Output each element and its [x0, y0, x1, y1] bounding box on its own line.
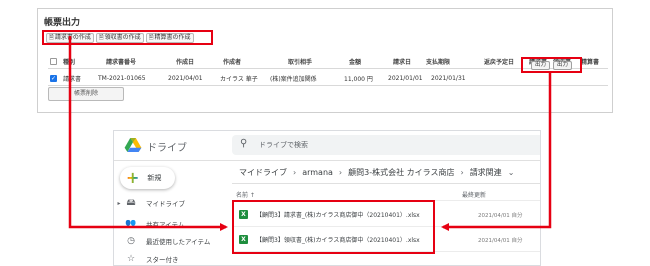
breadcrumb-item[interactable]: 請求関連	[470, 167, 502, 178]
column-modified-header[interactable]: 最終更新	[462, 190, 486, 199]
row-number: TM-2021-01065	[98, 74, 146, 82]
column-name-header[interactable]: 名前 ↑	[236, 190, 255, 199]
file-modified: 2021/04/01 自分	[478, 238, 523, 244]
sidebar-label: 共有アイテム	[146, 221, 185, 229]
output-invoice-button[interactable]: 出力	[530, 60, 550, 70]
col-number: 請求書番号	[106, 58, 137, 66]
clock-icon: ◷	[127, 236, 135, 246]
panel-title: 帳票出力	[44, 18, 81, 28]
chevron-right-icon: ›	[338, 168, 343, 177]
breadcrumb-item[interactable]: マイドライブ	[239, 167, 287, 178]
sidebar-item-shared[interactable]: 👥 共有アイテム	[114, 217, 229, 231]
create-invoice-button[interactable]: 🗎 請求書の作成	[46, 32, 94, 43]
breadcrumb-item[interactable]: 顧問3-株式会社 カイラス商店	[348, 167, 454, 178]
col-type: 種別	[63, 58, 76, 66]
my-drive-icon: 🖴	[126, 198, 136, 208]
header-divider	[114, 160, 540, 161]
search-placeholder: ドライブで検索	[259, 141, 308, 149]
row-created: 2021/04/01	[168, 74, 203, 82]
create-settlement-label: 精算書の作成	[154, 33, 191, 41]
create-receipt-button[interactable]: 🗎 領収書の作成	[95, 32, 144, 43]
col-amount: 金額	[349, 58, 362, 66]
col-creator: 作成者	[223, 58, 242, 66]
files-highlight	[232, 200, 435, 254]
row-creator: カイラス 華子	[220, 75, 258, 83]
sidebar-label: マイドライブ	[146, 200, 185, 208]
create-settlement-button[interactable]: 🗎 精算書の作成	[145, 32, 194, 43]
search-icon: ⚲	[240, 138, 248, 149]
chevron-down-icon[interactable]: ⌄	[508, 168, 515, 177]
file-modified: 2021/04/01 自分	[478, 213, 523, 219]
drive-app-name: ドライブ	[147, 143, 187, 154]
breadcrumb: マイドライブ › armana › 顧問3-株式会社 カイラス商店 › 請求関連…	[239, 167, 514, 178]
chevron-right-icon: ›	[460, 168, 464, 177]
sidebar-label: 最近使用したアイテム	[146, 238, 211, 246]
select-all-checkbox[interactable]	[50, 58, 57, 65]
document-icon: 🗎	[98, 33, 104, 41]
document-icon: 🗎	[49, 33, 54, 41]
output-receipt-button[interactable]: 出力	[553, 60, 573, 70]
create-receipt-label: 領収書の作成	[104, 33, 141, 41]
document-icon: 🗎	[148, 33, 154, 41]
expand-arrow-icon[interactable]: ▸	[114, 200, 124, 207]
row-partner: (株)案件追加関係	[270, 75, 317, 83]
col-settlement: 精算書	[581, 58, 600, 66]
search-input[interactable]: ⚲ ドライブで検索	[232, 135, 540, 155]
breadcrumb-item[interactable]: armana	[302, 168, 333, 177]
row-amount: 11,000 円	[344, 75, 373, 83]
plus-icon: +	[126, 168, 140, 187]
create-invoice-label: 請求書の作成	[54, 33, 91, 41]
drive-logo-icon	[124, 138, 142, 152]
col-due: 支払期限	[426, 58, 451, 66]
star-icon: ☆	[126, 254, 136, 264]
shared-icon: 👥	[125, 219, 137, 229]
sidebar-item-recent[interactable]: ◷ 最近使用したアイテム	[114, 234, 229, 248]
create-buttons-group: 🗎 請求書の作成 🗎 領収書の作成 🗎 精算書の作成	[42, 30, 213, 45]
breadcrumb-divider	[232, 183, 540, 184]
row-checkbox[interactable]: ✓	[50, 75, 57, 82]
chevron-right-icon: ›	[293, 168, 297, 177]
output-buttons-highlight: 出力 出力	[521, 57, 582, 73]
row-type: 請求書	[63, 75, 82, 83]
row-invoice-date: 2021/01/01	[388, 74, 423, 82]
delete-report-button[interactable]: 帳票削除	[48, 87, 124, 101]
col-partner: 取引相手	[288, 58, 313, 66]
new-button[interactable]: + 新規	[120, 167, 175, 189]
col-invoice-date: 請求日	[393, 58, 412, 66]
row-due: 2021/01/31	[431, 74, 466, 82]
col-return-date: 返戻予定日	[484, 58, 515, 66]
sidebar-label: スター付き	[146, 256, 179, 264]
table-row[interactable]: ✓ 請求書 TM-2021-01065 2021/04/01 カイラス 華子 (…	[48, 71, 608, 86]
sidebar-item-starred[interactable]: ☆ スター付き	[114, 252, 229, 265]
col-created: 作成日	[176, 58, 195, 66]
sidebar-item-my-drive[interactable]: ▸ 🖴 マイドライブ	[114, 196, 229, 210]
new-label: 新規	[147, 174, 162, 182]
